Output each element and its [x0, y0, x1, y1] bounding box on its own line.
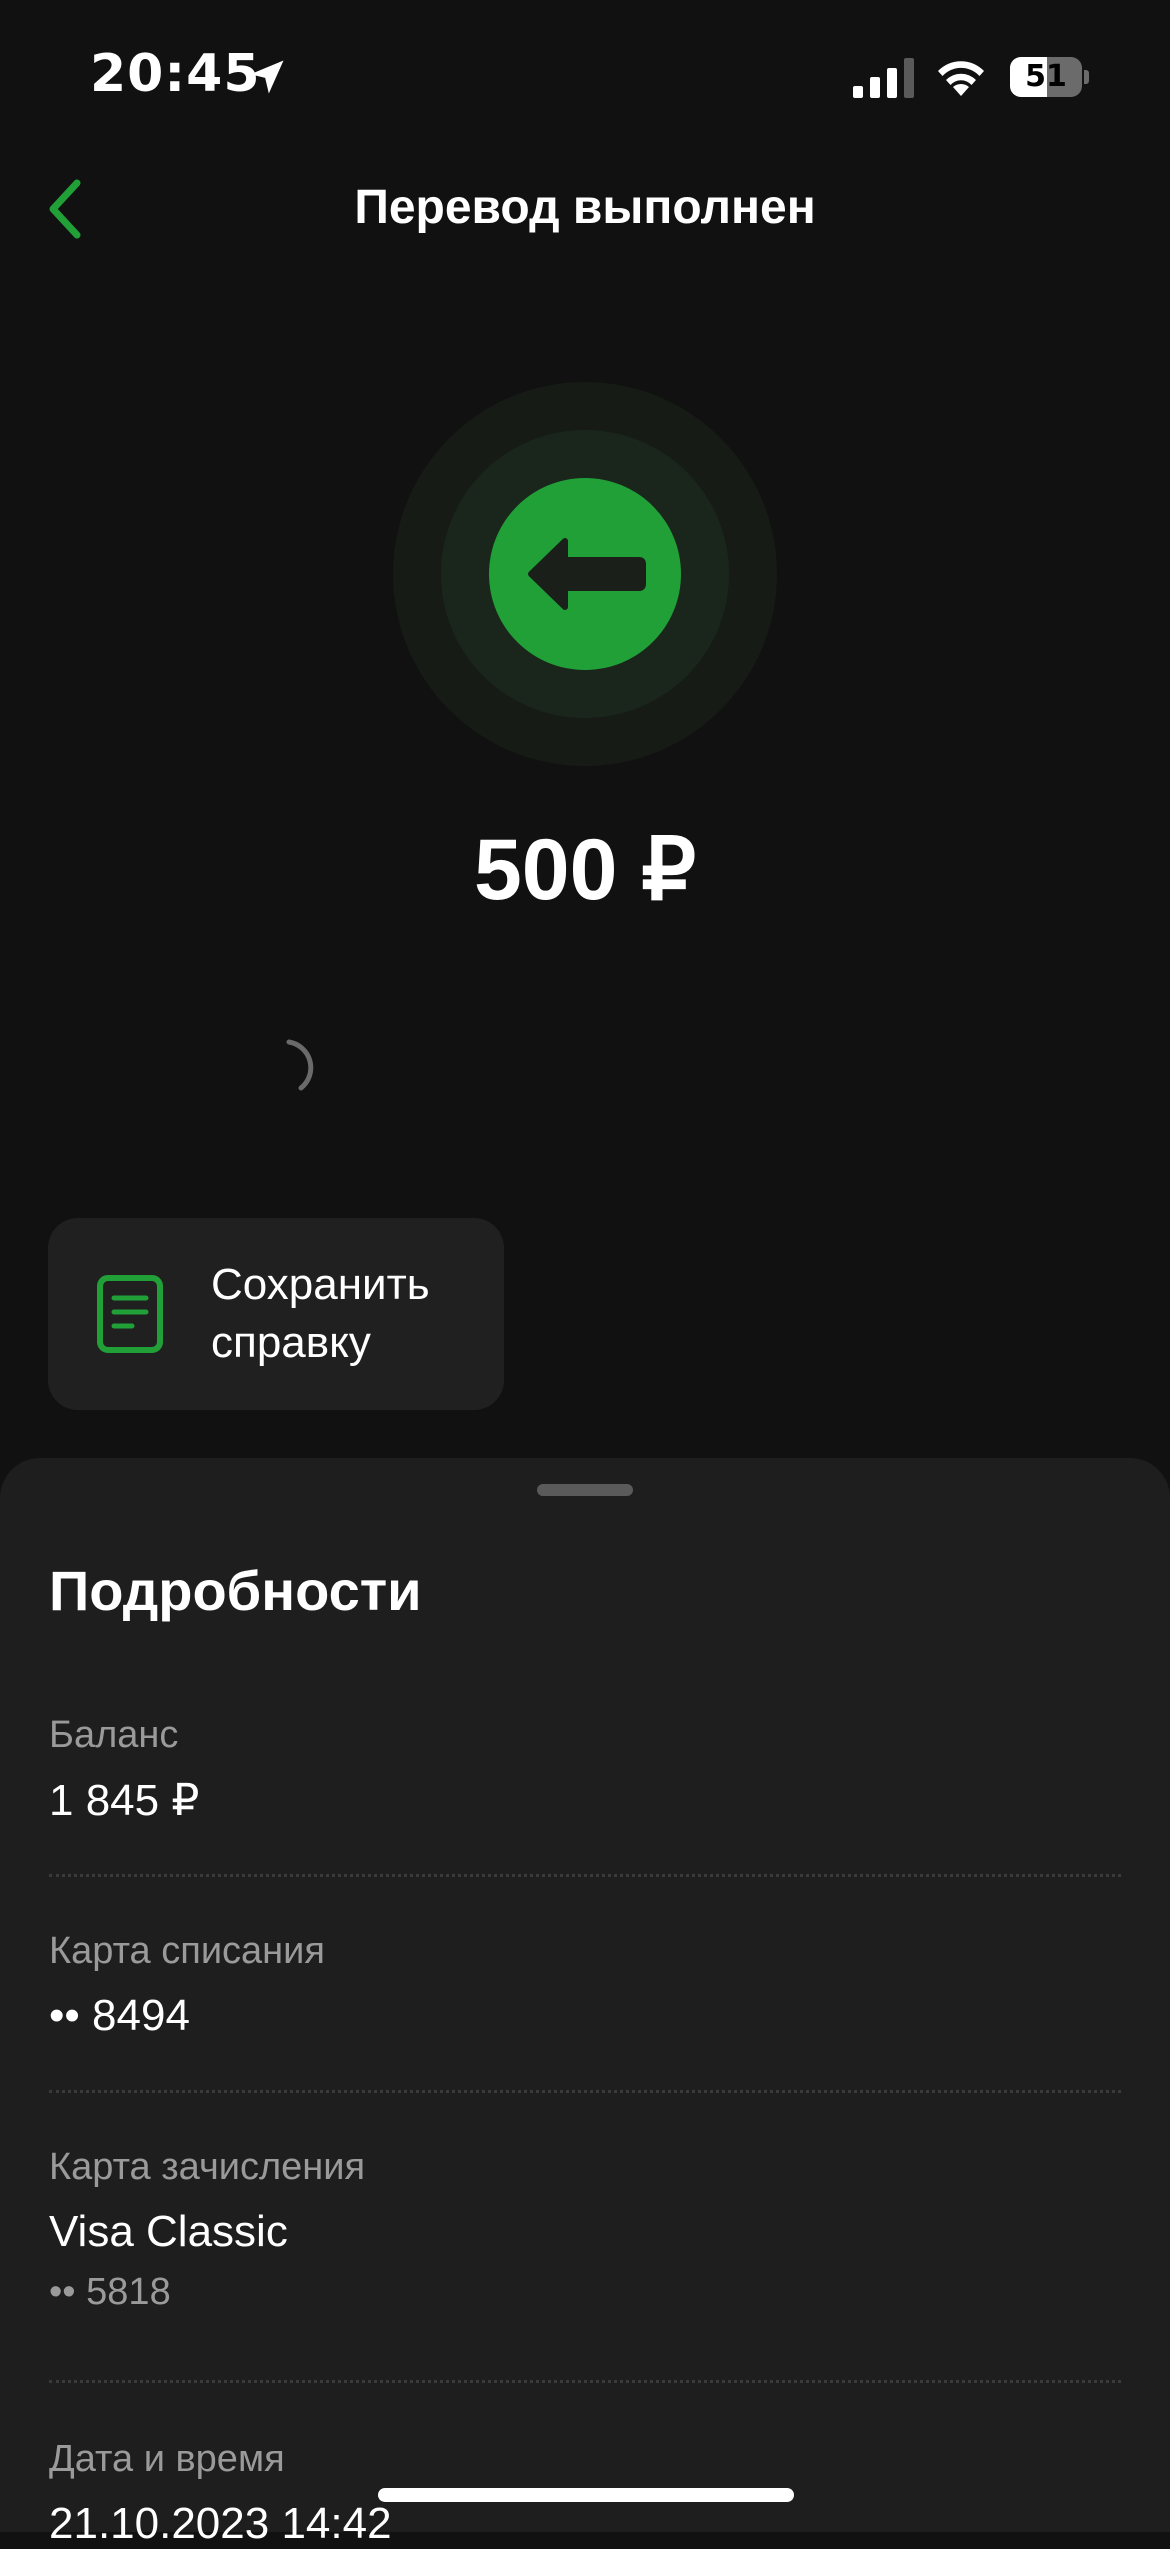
home-indicator[interactable]: [378, 2488, 794, 2502]
save-receipt-label: Сохранить справку: [211, 1260, 430, 1367]
details-sheet: Подробности Баланс 1 845 ₽ Карта списани…: [0, 1458, 1170, 2548]
loading-spinner-icon: [286, 1039, 314, 1091]
navigation-bar: Перевод выполнен: [0, 160, 1170, 260]
detail-value: Visa Classic: [49, 2207, 288, 2256]
back-button[interactable]: [30, 174, 100, 244]
cellular-signal-icon: [853, 58, 914, 98]
status-time: 20:45: [90, 44, 261, 104]
document-icon: [97, 1275, 163, 1353]
battery-icon: 51: [1010, 57, 1089, 97]
detail-label: Карта зачисления: [49, 2146, 366, 2188]
location-arrow-icon: [250, 60, 284, 94]
battery-tip: [1084, 70, 1089, 84]
details-title: Подробности: [49, 1559, 422, 1622]
detail-label: Карта списания: [49, 1930, 325, 1972]
detail-value: 1 845 ₽: [49, 1776, 200, 1825]
transfer-success-icon: [393, 382, 777, 766]
save-receipt-button[interactable]: Сохранить справку: [48, 1218, 504, 1410]
status-bar: 20:45 51: [0, 0, 1170, 150]
detail-sub-value: •• 5818: [49, 2271, 171, 2313]
detail-row-debit-card[interactable]: Карта списания •• 8494: [49, 1930, 1121, 2041]
divider: [49, 2090, 1121, 2093]
battery-percentage: 51: [1025, 59, 1067, 94]
battery-body: 51: [1010, 57, 1082, 97]
chevron-left-icon: [49, 179, 81, 239]
detail-row-balance: Баланс 1 845 ₽: [49, 1714, 1121, 1826]
detail-row-credit-card[interactable]: Карта зачисления Visa Classic •• 5818: [49, 2146, 1121, 2314]
detail-label: Дата и время: [49, 2438, 285, 2480]
detail-value: •• 8494: [49, 1991, 190, 2040]
detail-label: Баланс: [49, 1714, 179, 1756]
page-title: Перевод выполнен: [354, 181, 816, 234]
divider: [49, 1874, 1121, 1877]
transfer-amount: 500 ₽: [473, 822, 697, 918]
detail-value: 21.10.2023 14:42: [49, 2499, 392, 2548]
wifi-icon: [938, 61, 984, 96]
divider: [49, 2380, 1121, 2383]
sheet-grabber[interactable]: [537, 1484, 633, 1496]
